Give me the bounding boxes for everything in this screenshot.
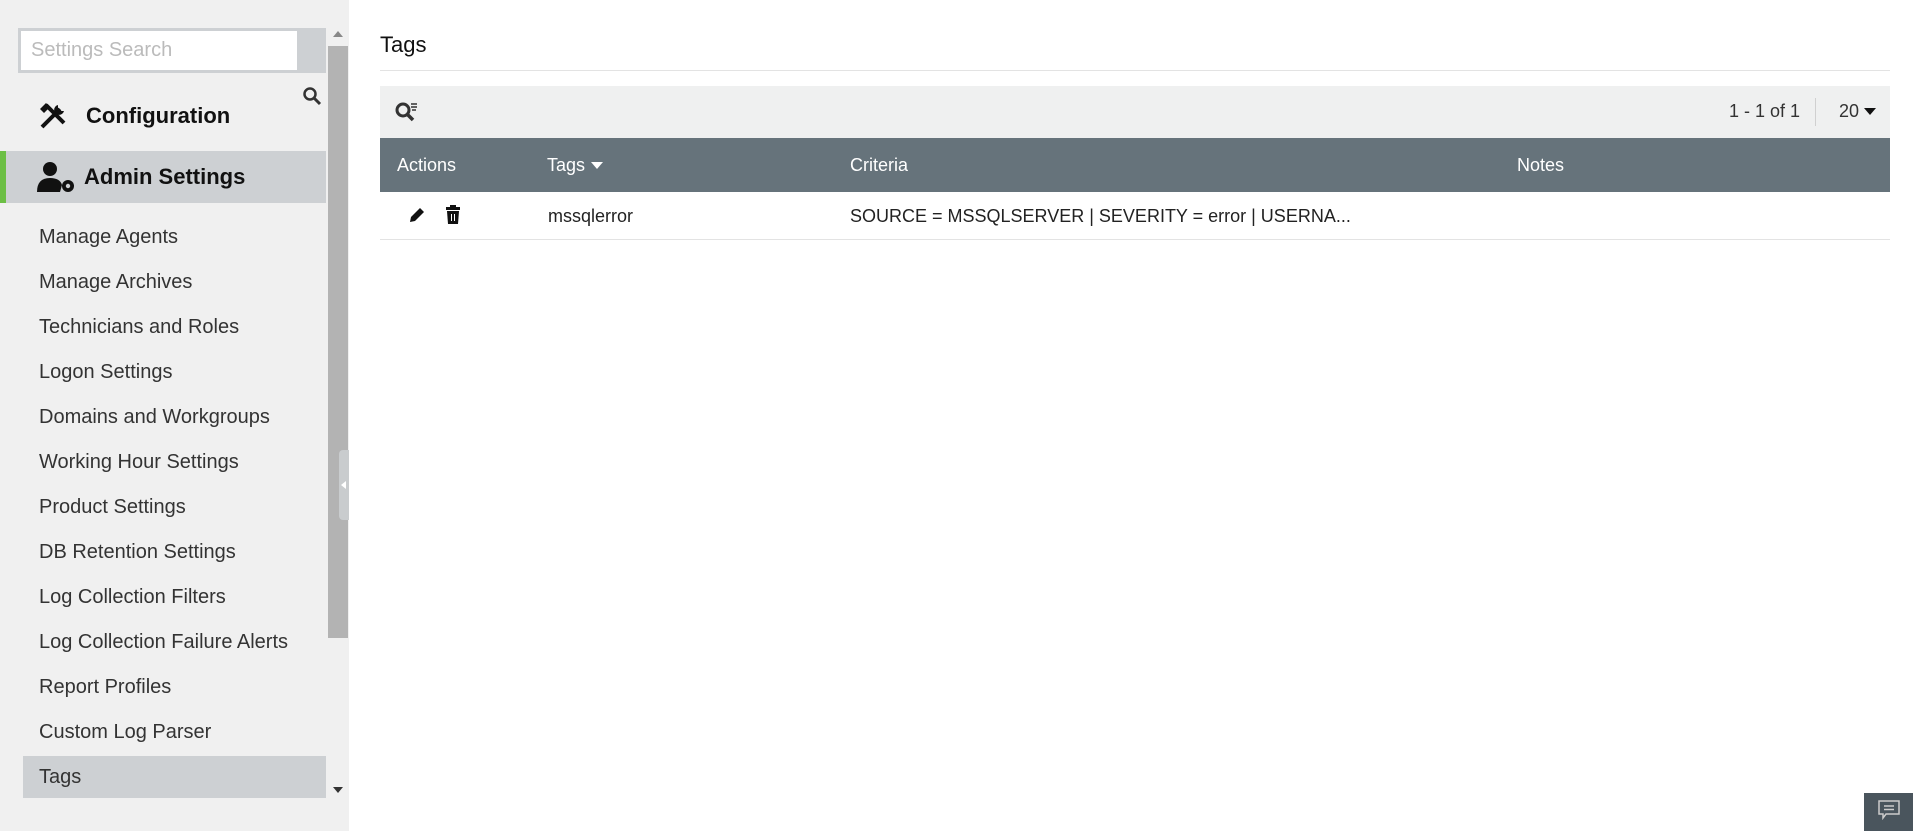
search-filter-icon[interactable] (394, 101, 418, 128)
tag-name[interactable]: mssqlerror (548, 206, 633, 227)
trash-icon[interactable] (444, 205, 462, 230)
table-toolbar: 1 - 1 of 1 20 (380, 86, 1890, 138)
edit-icon[interactable] (407, 205, 427, 230)
collapse-sidebar-handle[interactable] (339, 450, 349, 520)
sidebar-item-log-collection-filters[interactable]: Log Collection Filters (23, 576, 326, 618)
category-configuration[interactable]: Configuration (0, 90, 326, 142)
category-label: Configuration (86, 103, 231, 128)
tag-criteria: SOURCE = MSSQLSERVER | SEVERITY = error … (850, 206, 1351, 226)
sidebar: Configuration Admin Settings Manage Agen… (0, 0, 349, 831)
tools-icon (38, 101, 86, 131)
column-header-criteria[interactable]: Criteria (850, 155, 908, 176)
per-page-select[interactable]: 20 (1839, 101, 1876, 122)
sidebar-item-tags[interactable]: Tags (23, 756, 326, 798)
settings-search-box (18, 28, 326, 73)
sidebar-item-manage-agents[interactable]: Manage Agents (23, 216, 326, 258)
pagination-info: 1 - 1 of 1 (1728, 101, 1800, 121)
sidebar-item-db-retention-settings[interactable]: DB Retention Settings (23, 531, 326, 573)
divider (1815, 98, 1816, 126)
admin-user-gear-icon (36, 161, 84, 193)
sidebar-item-logon-settings[interactable]: Logon Settings (23, 351, 326, 393)
per-page-value: 20 (1838, 101, 1859, 121)
sidebar-item-log-collection-failure-alerts[interactable]: Log Collection Failure Alerts (23, 621, 326, 663)
sidebar-item-manage-archives[interactable]: Manage Archives (23, 261, 326, 303)
sidebar-item-custom-log-parser[interactable]: Custom Log Parser (23, 711, 326, 753)
column-header-notes[interactable]: Notes (1517, 155, 1564, 176)
chevron-down-icon (1864, 108, 1876, 115)
column-header-label: Tags (547, 155, 586, 175)
table-header: Actions Tags Criteria Notes (380, 138, 1890, 192)
sidebar-item-product-settings[interactable]: Product Settings (23, 486, 326, 528)
column-header-tags[interactable]: Tags (547, 155, 604, 176)
category-label: Admin Settings (84, 164, 246, 189)
sidebar-item-domains-and-workgroups[interactable]: Domains and Workgroups (23, 396, 326, 438)
scroll-up-icon[interactable] (333, 31, 343, 37)
chat-icon (1877, 799, 1900, 825)
page-title: Tags (380, 32, 427, 57)
chat-button[interactable] (1864, 793, 1913, 831)
sidebar-item-working-hour-settings[interactable]: Working Hour Settings (23, 441, 326, 483)
divider (380, 70, 1890, 71)
sort-desc-icon (591, 162, 604, 169)
scroll-down-icon[interactable] (333, 787, 343, 793)
settings-search-input[interactable] (21, 31, 297, 70)
sidebar-item-technicians-and-roles[interactable]: Technicians and Roles (23, 306, 326, 348)
scrollbar-thumb[interactable] (328, 46, 348, 638)
sidebar-item-report-profiles[interactable]: Report Profiles (23, 666, 326, 708)
column-header-actions: Actions (397, 155, 457, 175)
category-admin-settings[interactable]: Admin Settings (0, 151, 326, 203)
table-row: mssqlerror SOURCE = MSSQLSERVER | SEVERI… (380, 192, 1890, 240)
